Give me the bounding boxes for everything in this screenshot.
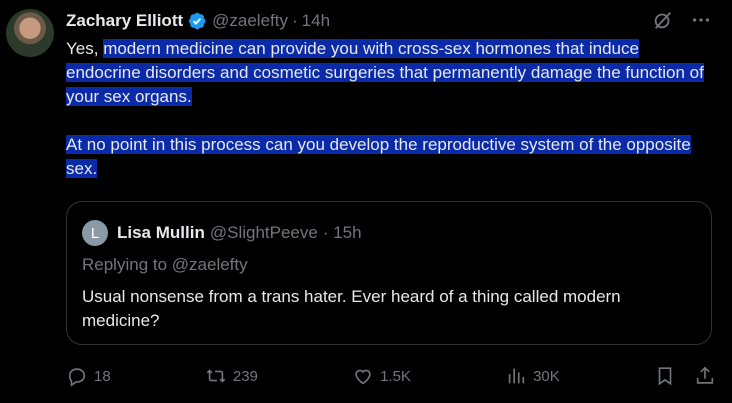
quote-avatar: L <box>82 220 108 246</box>
more-icon[interactable] <box>690 9 712 31</box>
tweet-text-highlight: modern medicine can provide you with cro… <box>66 39 704 106</box>
tweet-paragraph-2: At no point in this process can you deve… <box>66 133 716 181</box>
reply-icon <box>68 368 86 387</box>
like-button[interactable]: 1.5K <box>352 365 411 387</box>
author-name[interactable]: Zachary Elliott <box>66 11 183 31</box>
tweet-top-actions <box>652 9 712 31</box>
views-icon <box>508 368 525 384</box>
repost-button[interactable]: 239 <box>205 365 258 387</box>
tweet-text-paragraph2: At no point in this process can you deve… <box>66 135 691 178</box>
views-button[interactable]: 30K <box>505 365 560 387</box>
quote-text: Usual nonsense from a trans hater. Ever … <box>82 287 621 330</box>
tweet-header: Zachary Elliott @zaelefty · 14h <box>66 10 330 32</box>
separator: · <box>292 11 298 30</box>
quoted-tweet[interactable]: L Lisa Mullin @SlightPeeve · 15h Replyin… <box>66 201 712 345</box>
share-button[interactable] <box>694 365 716 387</box>
quote-replying-to: Replying to @zaelefty <box>82 255 248 274</box>
quote-header: L Lisa Mullin @SlightPeeve · 15h <box>82 220 362 246</box>
quote-time: · 15h <box>322 223 362 242</box>
like-count: 1.5K <box>380 367 411 385</box>
reply-count: 18 <box>94 367 111 385</box>
tweet-actions: 18 239 1.5K 30K <box>66 364 716 388</box>
author-avatar[interactable] <box>6 9 54 57</box>
repost-count: 239 <box>232 367 258 385</box>
quote-handle: @SlightPeeve <box>209 223 318 242</box>
repost-icon <box>206 369 226 383</box>
bookmark-button[interactable] <box>654 365 676 387</box>
tweet-text-prefix: Yes, <box>66 39 104 58</box>
tweet-text: Yes, modern medicine can provide you wit… <box>66 37 716 181</box>
views-count: 30K <box>533 367 560 385</box>
secondary-actions <box>654 365 716 387</box>
quote-author-name: Lisa Mullin <box>117 223 205 242</box>
grok-icon[interactable] <box>652 9 674 31</box>
share-icon <box>696 366 714 384</box>
reply-button[interactable]: 18 <box>66 365 111 387</box>
tweet-time[interactable]: 14h <box>302 11 330 31</box>
author-handle[interactable]: @zaelefty <box>212 11 288 31</box>
like-icon <box>355 369 371 385</box>
tweet-paragraph-1: Yes, modern medicine can provide you wit… <box>66 37 716 109</box>
verified-icon <box>187 11 207 31</box>
bookmark-icon <box>658 367 672 386</box>
